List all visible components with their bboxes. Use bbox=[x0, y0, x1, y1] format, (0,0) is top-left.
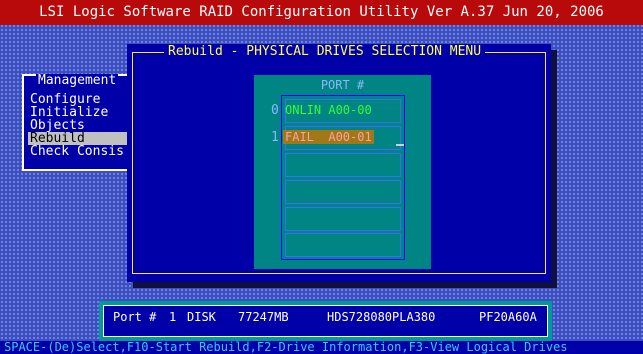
drive-slot-list bbox=[281, 95, 405, 260]
row-index-1: 1 bbox=[271, 130, 279, 145]
management-menu: Management Configure Initialize Objects … bbox=[22, 73, 130, 171]
drive-slot-5[interactable] bbox=[285, 233, 401, 257]
drive-slot-4[interactable] bbox=[285, 207, 401, 231]
dialog-title: Rebuild - PHYSICAL DRIVES SELECTION MENU bbox=[164, 45, 486, 59]
port-selection-panel: PORT # 0 ONLIN A00-00 1 FAIL A00-01 bbox=[254, 75, 431, 269]
drive-status-online: ONLIN bbox=[285, 103, 322, 117]
drive-status-fail: FAIL bbox=[285, 130, 314, 144]
drive-info-bar: Port # 1 DISK 77247MB HDS728080PLA380 PF… bbox=[99, 301, 552, 341]
drive-id-0: A00-00 bbox=[328, 103, 372, 117]
disk-model: HDS728080PLA380 bbox=[327, 310, 436, 324]
disk-firmware: PF20A60A bbox=[479, 310, 537, 324]
drive-row-1-selected[interactable]: FAIL A00-01 bbox=[283, 130, 374, 144]
port-column-header: PORT # bbox=[320, 78, 365, 92]
management-menu-title: Management bbox=[36, 73, 119, 88]
drive-row-0[interactable]: ONLIN A00-00 bbox=[285, 103, 372, 117]
row-index-0: 0 bbox=[271, 103, 279, 118]
title-bar: LSI Logic Software RAID Configuration Ut… bbox=[0, 0, 643, 25]
drive-slot-3[interactable] bbox=[285, 180, 401, 204]
drive-id-1: A00-01 bbox=[328, 130, 372, 144]
text-cursor bbox=[396, 144, 404, 146]
port-label: Port # bbox=[113, 310, 157, 324]
drive-slot-2[interactable] bbox=[285, 153, 401, 177]
key-help-bar: SPACE-(De)Select,F10-Start Rebuild,F2-Dr… bbox=[0, 341, 643, 354]
disk-label: DISK bbox=[187, 310, 216, 324]
menu-item-check-consistency[interactable]: Check Consis bbox=[30, 145, 124, 158]
disk-size: 77247MB bbox=[238, 310, 289, 324]
port-value: 1 bbox=[169, 310, 177, 324]
